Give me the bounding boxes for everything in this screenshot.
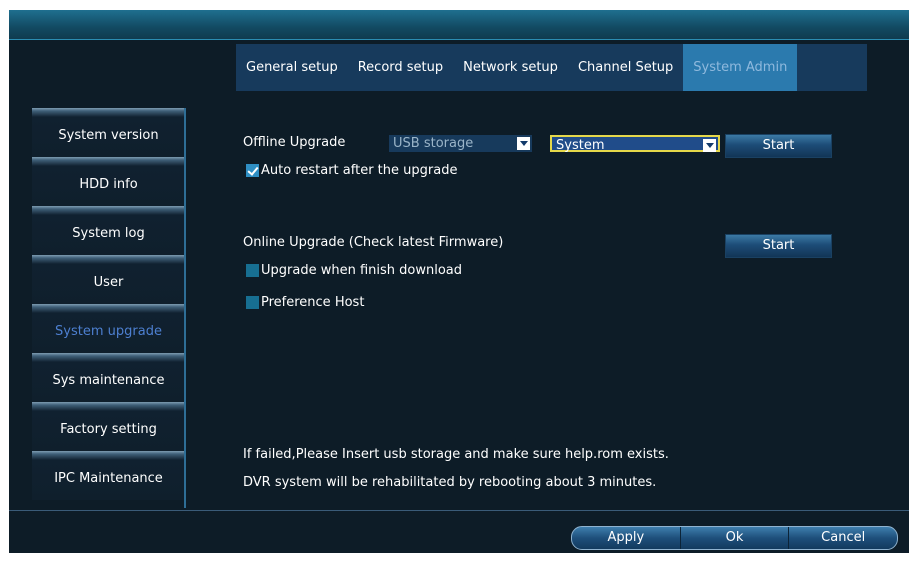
auto-restart-checkbox[interactable] [246,164,259,177]
tab-bar: General setup Record setup Network setup… [236,44,867,91]
sidebar-item-sys-maintenance[interactable]: Sys maintenance [32,353,185,402]
sidebar-item-label: Factory setting [60,422,157,437]
footer-divider [9,510,909,511]
dvr-settings-window: General setup Record setup Network setup… [9,10,909,553]
upgrade-when-done-checkbox[interactable] [246,264,259,277]
reboot-note: DVR system will be rehabilitated by rebo… [243,475,657,490]
sidebar-item-label: Sys maintenance [52,373,165,388]
sidebar-item-label: User [93,275,124,290]
sidebar-item-label: System upgrade [55,324,162,339]
upgrade-target-select[interactable]: System [550,135,720,153]
action-bar: Apply Ok Cancel [571,526,898,550]
preference-host-label: Preference Host [261,295,365,310]
upgrade-when-done-label: Upgrade when finish download [261,263,462,278]
offline-start-button[interactable]: Start [725,134,832,158]
online-upgrade-label: Online Upgrade (Check latest Firmware) [243,235,504,250]
sidebar-item-system-version[interactable]: System version [32,108,185,157]
sidebar-item-user[interactable]: User [32,255,185,304]
upgrade-source-select[interactable]: USB storage [389,135,532,152]
tab-system-admin[interactable]: System Admin [683,44,798,91]
tab-record-setup[interactable]: Record setup [348,44,453,91]
tab-general-setup[interactable]: General setup [236,44,348,91]
tab-network-setup[interactable]: Network setup [453,44,568,91]
auto-restart-label: Auto restart after the upgrade [261,163,458,178]
failure-note: If failed,Please Insert usb storage and … [243,447,669,462]
sidebar-item-label: System version [58,128,159,143]
sidebar-item-ipc-maintenance[interactable]: IPC Maintenance [32,451,185,500]
sidebar-item-hdd-info[interactable]: HDD info [32,157,185,206]
upgrade-target-value: System [556,138,605,153]
sidebar-item-system-log[interactable]: System log [32,206,185,255]
cancel-button[interactable]: Cancel [789,527,897,549]
sidebar-divider [184,108,186,508]
tab-channel-setup[interactable]: Channel Setup [568,44,683,91]
chevron-down-icon [517,137,530,150]
sidebar-item-label: System log [72,226,145,241]
sidebar: System version HDD info System log User … [32,108,185,500]
online-start-button[interactable]: Start [725,234,832,258]
title-bar [9,10,909,40]
sidebar-item-label: HDD info [79,177,138,192]
sidebar-item-system-upgrade[interactable]: System upgrade [32,304,185,353]
sidebar-item-label: IPC Maintenance [54,471,163,486]
offline-upgrade-label: Offline Upgrade [243,135,346,150]
sidebar-item-factory-setting[interactable]: Factory setting [32,402,185,451]
ok-button[interactable]: Ok [681,527,790,549]
apply-button[interactable]: Apply [572,527,681,549]
preference-host-checkbox[interactable] [246,296,259,309]
chevron-down-icon [703,139,716,152]
upgrade-source-value: USB storage [393,136,474,151]
